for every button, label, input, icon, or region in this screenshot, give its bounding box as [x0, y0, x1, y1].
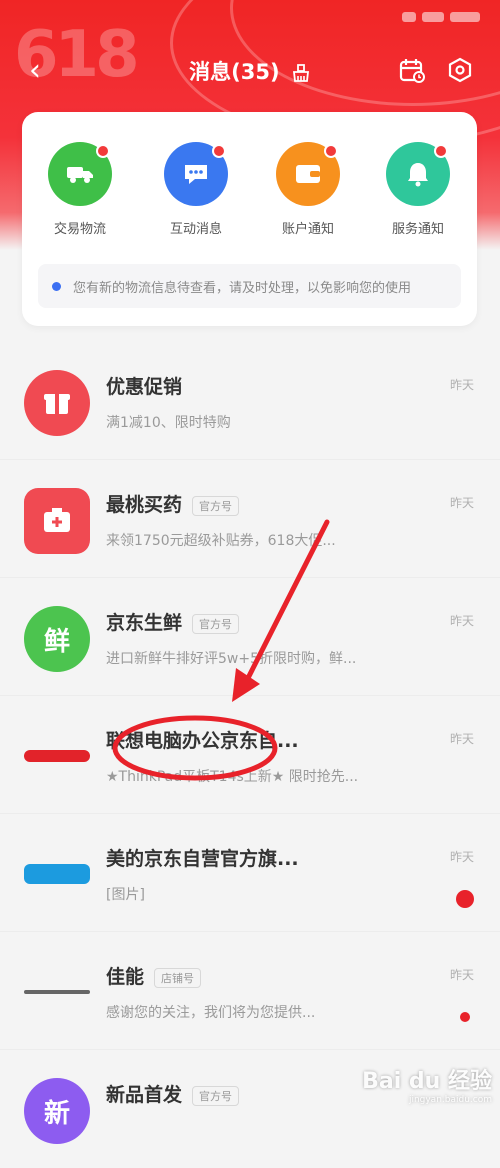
message-time: 昨天 [449, 850, 474, 864]
category-service-notifications[interactable]: 服务通知 [378, 142, 458, 237]
category-transaction-logistics[interactable]: 交易物流 [40, 142, 120, 237]
message-row[interactable]: 鲜 京东生鲜 官方号 进口新鲜牛排好评5w+5折限时购，鲜... 昨天 [0, 578, 500, 696]
message-time: 昨天 [449, 614, 474, 628]
page-title-text: 消息(35) [189, 60, 280, 84]
notice-text: 您有新的物流信息待查看，请及时处理，以免影响您的使用 [73, 280, 412, 296]
broom-icon[interactable] [291, 63, 311, 83]
canon-logo [24, 990, 90, 994]
official-tag: 官方号 [192, 495, 240, 516]
avatar: 鲜 [24, 606, 90, 672]
medicine-box-icon [44, 508, 70, 532]
message-sender: 新品首发 官方号 [106, 1080, 240, 1107]
bell-icon [386, 142, 450, 206]
message-preview: 满1减10、限时特购 [106, 415, 231, 431]
watermark-brand: Bai du 经验 [362, 1069, 492, 1094]
unread-badge [456, 890, 474, 908]
unread-dot [434, 144, 448, 158]
unread-dot [324, 144, 338, 158]
notice-banner[interactable]: 您有新的物流信息待查看，请及时处理，以免影响您的使用 [38, 264, 461, 308]
message-time: 昨天 [449, 968, 474, 982]
official-tag: 官方号 [192, 613, 240, 634]
category-label: 服务通知 [391, 222, 444, 237]
official-tag: 官方号 [192, 1085, 240, 1106]
midea-logo [24, 864, 90, 884]
message-time: 昨天 [449, 496, 474, 510]
message-row[interactable]: 美的京东自营官方旗... [图片] 昨天 [0, 814, 500, 932]
avatar [24, 370, 90, 436]
message-row[interactable]: 优惠促销 满1减10、限时特购 昨天 [0, 342, 500, 460]
watermark-url: jingyan.baidu.com [408, 1095, 492, 1105]
message-row[interactable]: 最桃买药 官方号 来领1750元超级补贴券，618大促... 昨天 [0, 460, 500, 578]
avatar [24, 488, 90, 554]
settings-hexagon-icon[interactable] [446, 56, 474, 84]
category-label: 交易物流 [53, 222, 106, 237]
message-sender: 京东生鲜 官方号 [106, 608, 240, 635]
message-time: 昨天 [449, 732, 474, 746]
avatar: 新 [24, 1078, 90, 1144]
message-preview: ★ThinkPad平板T14s上新★ 限时抢先... [106, 769, 359, 785]
message-sender: 最桃买药 官方号 [106, 490, 240, 517]
category-label: 账户通知 [281, 222, 334, 237]
message-sender: 联想电脑办公京东自... [106, 730, 299, 752]
message-row[interactable]: 佳能 店铺号 感谢您的关注，我们将为您提供... 昨天 [0, 932, 500, 1050]
message-preview: 进口新鲜牛排好评5w+5折限时购，鲜... [106, 651, 357, 667]
lenovo-logo [24, 750, 90, 762]
message-row[interactable]: 联想电脑办公京东自... ★ThinkPad平板T14s上新★ 限时抢先... … [0, 696, 500, 814]
chat-bubble-icon [164, 142, 228, 206]
gift-box-icon [44, 394, 70, 414]
unread-dot [96, 144, 110, 158]
category-interaction-messages[interactable]: 互动消息 [156, 142, 236, 237]
unread-dot [460, 1012, 470, 1022]
unread-dot [212, 144, 226, 158]
message-preview: [图片] [106, 887, 145, 903]
message-sender: 美的京东自营官方旗... [106, 848, 299, 870]
wallet-icon [276, 142, 340, 206]
category-account-notifications[interactable]: 账户通知 [268, 142, 348, 237]
truck-icon [48, 142, 112, 206]
notice-dot-icon [52, 281, 61, 291]
message-sender: 优惠促销 [106, 376, 183, 398]
message-time: 昨天 [449, 378, 474, 392]
status-bar [392, 10, 480, 24]
message-preview: 来领1750元超级补贴券，618大促... [106, 533, 336, 549]
category-label: 互动消息 [169, 222, 222, 237]
message-preview: 感谢您的关注，我们将为您提供... [106, 1005, 316, 1021]
watermark: Bai du 经验 jingyan.baidu.com [362, 1063, 492, 1105]
message-sender: 佳能 店铺号 [106, 962, 202, 989]
store-tag: 店铺号 [154, 967, 202, 988]
message-category-card: 交易物流 互动消息 账户通知 服务通知 您有新的物流信息待查看，请及时处理，以免… [22, 112, 477, 326]
calendar-icon[interactable] [398, 56, 426, 84]
top-navigation-bar: ‹ 消息(35) [0, 46, 500, 96]
